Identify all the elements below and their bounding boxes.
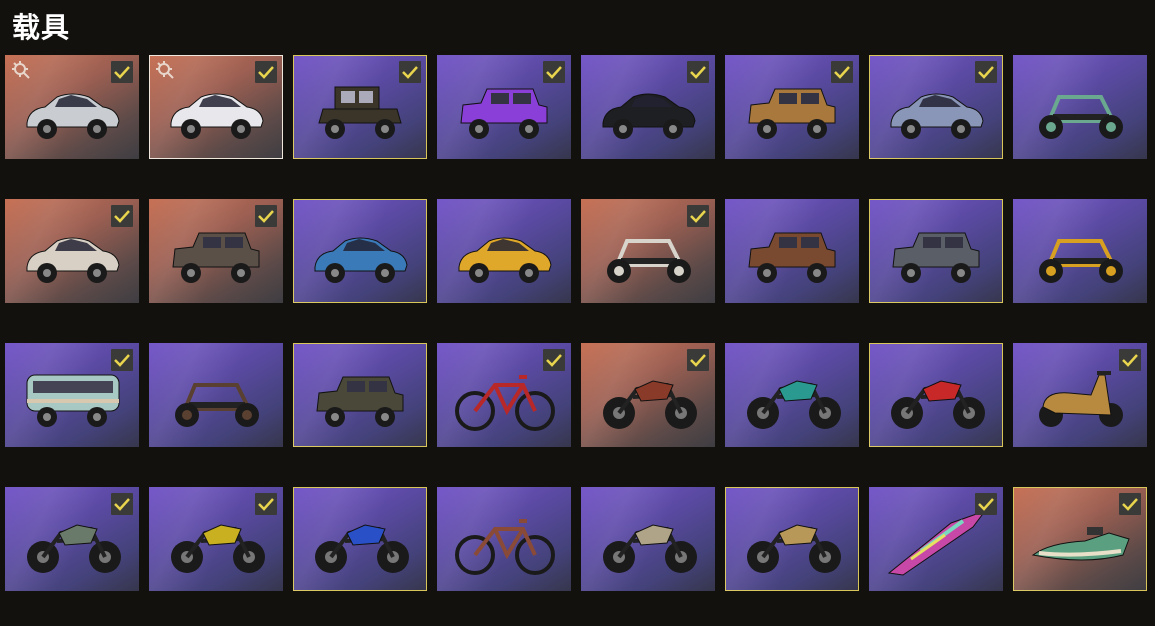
vehicle-card[interactable] bbox=[1013, 487, 1147, 591]
vehicle-card[interactable] bbox=[437, 487, 571, 591]
vehicle-card[interactable] bbox=[293, 343, 427, 447]
vehicle-card[interactable] bbox=[5, 343, 139, 447]
vehicle-card[interactable] bbox=[581, 487, 715, 591]
vehicle-grid bbox=[5, 55, 1148, 591]
page-title: 载具 bbox=[12, 11, 71, 44]
checkbox-icon[interactable] bbox=[255, 61, 277, 83]
checkbox-icon[interactable] bbox=[111, 61, 133, 83]
checkbox-icon[interactable] bbox=[1119, 493, 1141, 515]
checkbox-icon[interactable] bbox=[687, 61, 709, 83]
checkbox-icon[interactable] bbox=[255, 205, 277, 227]
upgrade-icon bbox=[156, 61, 174, 79]
motorcycle-icon bbox=[747, 380, 841, 429]
vehicle-card[interactable] bbox=[293, 487, 427, 591]
vehicle-card[interactable] bbox=[293, 55, 427, 159]
vehicle-card[interactable] bbox=[5, 55, 139, 159]
vehicle-card[interactable] bbox=[5, 199, 139, 303]
vehicle-card[interactable] bbox=[1013, 55, 1147, 159]
motorcycle-icon bbox=[315, 524, 409, 573]
buggy-icon bbox=[175, 383, 259, 427]
vehicle-card[interactable] bbox=[725, 55, 859, 159]
vehicle-card[interactable] bbox=[581, 343, 715, 447]
vehicle-card[interactable] bbox=[581, 55, 715, 159]
buggy-icon bbox=[1039, 239, 1123, 283]
buggy-icon bbox=[1039, 95, 1123, 139]
checkbox-icon[interactable] bbox=[1119, 349, 1141, 371]
vehicle-card[interactable] bbox=[437, 343, 571, 447]
checkbox-icon[interactable] bbox=[111, 493, 133, 515]
checkbox-icon[interactable] bbox=[687, 349, 709, 371]
motorcycle-icon bbox=[747, 524, 841, 573]
vehicle-card[interactable] bbox=[149, 55, 283, 159]
vehicle-card[interactable] bbox=[149, 487, 283, 591]
vehicle-card[interactable] bbox=[725, 199, 859, 303]
vehicle-card[interactable] bbox=[1013, 343, 1147, 447]
checkbox-icon[interactable] bbox=[975, 61, 997, 83]
motorcycle-icon bbox=[891, 380, 985, 429]
taxi-icon bbox=[458, 237, 552, 283]
checkbox-icon[interactable] bbox=[399, 61, 421, 83]
vehicle-card[interactable] bbox=[437, 199, 571, 303]
vehicle-card[interactable] bbox=[437, 55, 571, 159]
hatchback-icon bbox=[314, 237, 408, 283]
vehicle-card[interactable] bbox=[149, 343, 283, 447]
checkbox-icon[interactable] bbox=[111, 349, 133, 371]
checkbox-icon[interactable] bbox=[831, 61, 853, 83]
vehicle-card[interactable] bbox=[149, 199, 283, 303]
vehicle-card[interactable] bbox=[581, 199, 715, 303]
bicycle-icon bbox=[455, 519, 555, 575]
vehicle-card[interactable] bbox=[725, 343, 859, 447]
vehicle-card[interactable] bbox=[1013, 199, 1147, 303]
checkbox-icon[interactable] bbox=[543, 349, 565, 371]
vehicle-card[interactable] bbox=[869, 199, 1003, 303]
checkbox-icon[interactable] bbox=[111, 205, 133, 227]
upgrade-icon bbox=[12, 61, 30, 79]
motorcycle-icon bbox=[603, 524, 697, 573]
jeep-icon bbox=[892, 232, 980, 283]
jeep-icon bbox=[748, 232, 836, 283]
checkbox-icon[interactable] bbox=[543, 61, 565, 83]
vehicle-card[interactable] bbox=[725, 487, 859, 591]
checkbox-icon[interactable] bbox=[255, 493, 277, 515]
vehicle-card[interactable] bbox=[869, 55, 1003, 159]
jeep-icon bbox=[316, 376, 404, 427]
vehicle-card[interactable] bbox=[869, 343, 1003, 447]
vehicle-card[interactable] bbox=[5, 487, 139, 591]
checkbox-icon[interactable] bbox=[687, 205, 709, 227]
checkbox-icon[interactable] bbox=[975, 493, 997, 515]
vehicle-card[interactable] bbox=[293, 199, 427, 303]
vehicle-card[interactable] bbox=[869, 487, 1003, 591]
